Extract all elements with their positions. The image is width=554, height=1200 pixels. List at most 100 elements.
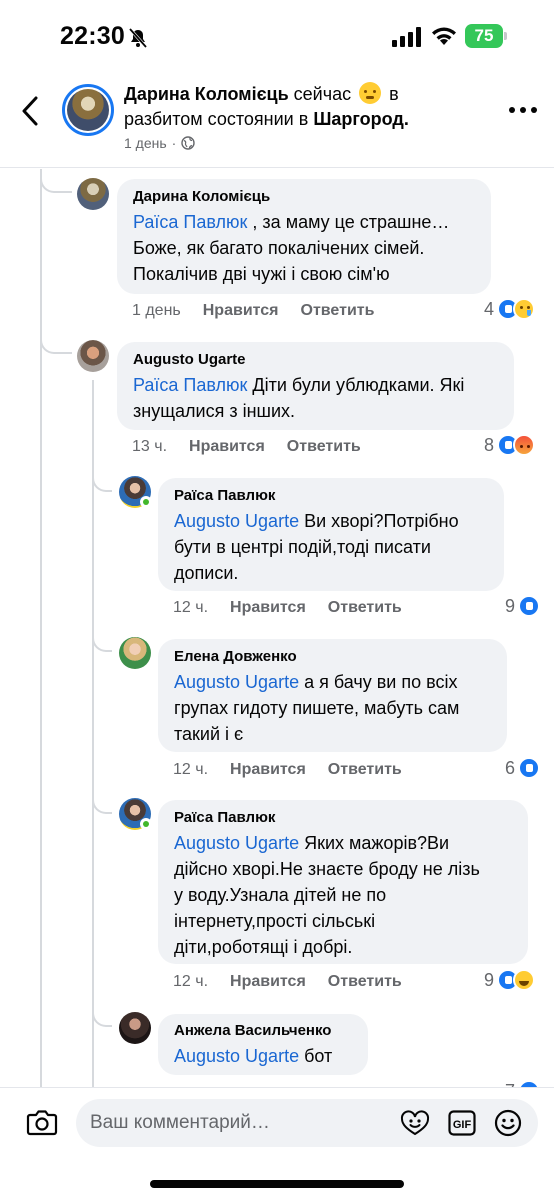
gif-icon[interactable]: GIF [448,1110,476,1136]
reaction-count: 6 [505,757,516,778]
signal-icon [392,27,421,47]
reply-author[interactable]: Раїса Павлюк [174,486,488,506]
post-header: Дарина Коломієць сейчас в разбитом состо… [0,72,554,168]
home-indicator[interactable] [150,1180,404,1188]
reply-time: 12 ч. [173,599,209,616]
reply-bubble: Анжела Васильченко Augusto Ugarte бот [158,1014,368,1075]
reply-button[interactable]: Ответить [301,302,375,320]
comment-bubble: Дарина Коломієць Раїса Павлюк , за маму … [117,179,491,294]
comment-text: Раїса Павлюк Діти були ублюдками. Які зн… [133,375,465,421]
reaction-summary[interactable]: 8 [484,434,536,456]
post-status: сейчас [293,84,352,104]
emoji-icon[interactable] [494,1109,522,1137]
back-chevron-icon[interactable] [18,94,44,128]
reaction-count: 4 [484,298,495,319]
camera-icon[interactable] [26,1108,58,1136]
mention-link[interactable]: Раїса Павлюк [133,212,247,232]
more-options-icon[interactable] [508,105,538,115]
avatar-sticker-icon[interactable] [400,1110,430,1136]
thread-connector [92,470,112,492]
reply-text: Augusto Ugarte бот [174,1046,333,1066]
thread-connector [40,330,72,354]
mention-link[interactable]: Augusto Ugarte [174,1046,299,1066]
status-time: 22:30 [60,22,125,50]
reply-bubble: Раїса Павлюк Augusto Ugarte Ви хворі?Пот… [158,478,504,591]
reply-time: 12 ч. [173,761,209,778]
author-avatar[interactable] [62,84,114,136]
comment-bubble: Augusto Ugarte Раїса Павлюк Діти були уб… [117,342,514,430]
location-name[interactable]: Шаргород. [313,109,409,129]
thread-connector [92,630,112,652]
comment-avatar[interactable] [77,340,109,372]
battery-indicator: 75 [465,24,507,48]
reaction-summary[interactable]: 9 [484,969,536,991]
reply-time: 12 ч. [173,973,209,990]
like-button[interactable]: Нравится [189,438,265,456]
online-status-icon [140,818,152,830]
like-button[interactable]: Нравится [230,973,306,991]
like-reaction-icon [518,757,541,779]
reply-author[interactable]: Раїса Павлюк [174,808,512,828]
mention-link[interactable]: Раїса Павлюк [133,375,247,395]
reply-author[interactable]: Анжела Васильченко [174,1021,352,1041]
reply-text: Augusto Ugarte Яких мажорів?Ви дійсно хв… [174,833,480,957]
comment-avatar[interactable] [77,178,109,210]
comment-time: 1 день [132,302,181,319]
reply-bubble: Елена Довженко Augusto Ugarte а я бачу в… [158,639,507,752]
online-status-icon [140,496,152,508]
post-meta: 1 день · [124,135,196,151]
reaction-summary[interactable]: 6 [505,757,541,779]
mention-link[interactable]: Augusto Ugarte [174,833,299,853]
like-reaction-icon [518,595,541,617]
comment-actions: 1 день Нравится Ответить [132,302,374,320]
angry-reaction-icon [513,434,536,456]
comment-time: 13 ч. [132,438,168,455]
author-name[interactable]: Дарина Коломієць [124,84,289,104]
haha-reaction-icon [513,969,536,991]
reply-text: Augusto Ugarte а я бачу ви по всіх група… [174,672,460,744]
reply-avatar[interactable] [119,1012,151,1044]
reply-button[interactable]: Ответить [328,973,402,991]
like-button[interactable]: Нравится [203,302,279,320]
comment-actions: 13 ч. Нравится Ответить [132,438,361,456]
reaction-count: 8 [484,434,495,455]
reply-author[interactable]: Елена Довженко [174,647,491,667]
reply-actions: 12 ч. Нравится Ответить [173,761,402,779]
sad-reaction-icon [513,298,536,320]
reaction-summary[interactable]: 4 [484,298,536,320]
comment-input[interactable] [90,1099,390,1147]
thread-connector [92,792,112,814]
feeling-emoji-icon [359,82,382,104]
reply-actions: 12 ч. Нравится Ответить [173,599,402,617]
reply-button[interactable]: Ответить [287,438,361,456]
comment-author[interactable]: Дарина Коломієць [133,187,475,207]
mention-link[interactable]: Augusto Ugarte [174,672,299,692]
comment-author[interactable]: Augusto Ugarte [133,350,498,370]
like-button[interactable]: Нравится [230,761,306,779]
reply-text: Augusto Ugarte Ви хворі?Потрібно бути в … [174,511,459,583]
wifi-icon [432,27,456,45]
battery-tip [504,32,507,40]
svg-text:GIF: GIF [453,1119,472,1131]
bell-off-icon [128,28,148,48]
reply-avatar[interactable] [119,637,151,669]
reaction-count: 9 [484,969,495,990]
reply-button[interactable]: Ответить [328,599,402,617]
like-button[interactable]: Нравится [230,599,306,617]
mention-link[interactable]: Augusto Ugarte [174,511,299,531]
reply-bubble: Раїса Павлюк Augusto Ugarte Яких мажорів… [158,800,528,964]
post-time: 1 день [124,135,167,151]
reply-button[interactable]: Ответить [328,761,402,779]
reaction-count: 9 [505,595,516,616]
globe-icon [181,136,196,150]
thread-connector [40,169,72,193]
meta-separator: · [171,135,177,151]
post-title: Дарина Коломієць сейчас в разбитом состо… [124,82,474,132]
comment-input-container: GIF [76,1099,538,1147]
battery-level: 75 [465,24,503,48]
thread-line-main [40,169,42,1087]
comment-text: Раїса Павлюк , за маму це страшне… Боже,… [133,212,450,284]
reaction-summary[interactable]: 9 [505,595,541,617]
reply-actions: 12 ч. Нравится Ответить [173,973,402,991]
thread-connector [92,1005,112,1027]
